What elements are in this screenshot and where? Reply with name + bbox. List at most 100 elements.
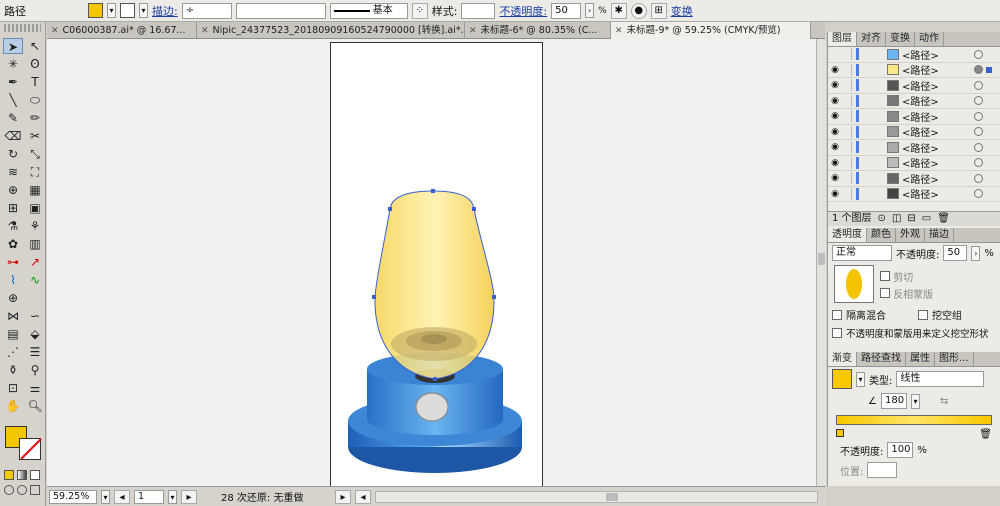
- tab-pathfinder[interactable]: 路径查找: [857, 352, 906, 366]
- layer-name[interactable]: <路径>: [902, 93, 962, 108]
- visibility-eye-icon[interactable]: ◉: [828, 158, 842, 168]
- prev-artboard-icon[interactable]: ◂: [114, 489, 130, 504]
- target-circle-icon[interactable]: [974, 142, 983, 152]
- zoom-tool-icon[interactable]: 🔍︎: [25, 398, 45, 414]
- gradient-type-select[interactable]: 线性: [896, 371, 985, 387]
- layer-name[interactable]: <路径>: [902, 124, 962, 139]
- stroke-color-box[interactable]: [19, 438, 41, 460]
- artboard-number-field[interactable]: 1: [134, 489, 164, 504]
- fill-stroke-widget[interactable]: [3, 424, 43, 464]
- opacity-arrow[interactable]: ›: [585, 3, 595, 18]
- canvas-area[interactable]: [47, 39, 816, 486]
- fill-dropdown[interactable]: ▾: [107, 3, 116, 18]
- close-tab-icon[interactable]: ✕: [615, 23, 623, 39]
- symbol-sprayer-tool-icon[interactable]: ✿: [3, 236, 23, 252]
- vertical-scroll-thumb[interactable]: [818, 253, 825, 265]
- selection-square-icon[interactable]: [986, 66, 992, 73]
- close-tab-icon[interactable]: ✕: [469, 23, 477, 39]
- define-knockout-checkbox[interactable]: [832, 328, 842, 338]
- visibility-eye-icon[interactable]: ◉: [828, 111, 842, 121]
- reshape-tool-icon[interactable]: ∽: [25, 308, 45, 324]
- type-tool-icon[interactable]: T: [25, 74, 45, 90]
- shape-builder-tool-icon[interactable]: ⊕: [3, 182, 23, 198]
- lasso-tool-icon[interactable]: ʘ: [25, 56, 45, 72]
- vertical-scrollbar[interactable]: [816, 39, 826, 486]
- layer-name[interactable]: <路径>: [902, 78, 962, 93]
- tab-actions[interactable]: 动作: [915, 32, 944, 46]
- lamp-artwork[interactable]: [47, 39, 816, 486]
- zoom-dropdown[interactable]: ▾: [101, 489, 110, 504]
- warp-tool-icon[interactable]: ≋: [3, 164, 23, 180]
- gradient-mode-icon[interactable]: [17, 470, 27, 480]
- gradient-opacity-input[interactable]: 100: [887, 442, 914, 458]
- zoom-field[interactable]: 59.25%: [49, 489, 97, 504]
- knife-tool-icon[interactable]: ∿: [25, 272, 45, 288]
- tab-transparency[interactable]: 透明度: [828, 228, 867, 242]
- target-circle-icon[interactable]: [974, 65, 983, 75]
- layer-row[interactable]: ◉ <路径>: [828, 186, 1000, 202]
- layer-row[interactable]: ◉ <路径>: [828, 156, 1000, 171]
- visibility-eye-icon[interactable]: ◉: [828, 173, 842, 183]
- opacity-label-link[interactable]: 不透明度:: [499, 3, 547, 19]
- stroke-swatch[interactable]: [120, 3, 135, 18]
- layer-name[interactable]: <路径>: [902, 140, 962, 155]
- visibility-eye-icon[interactable]: ◉: [828, 65, 842, 75]
- doc-tab-active[interactable]: ✕ 未标题-9* @ 59.25% (CMYK/预览): [611, 22, 811, 39]
- mesh-grid-tool-icon[interactable]: ▤: [3, 326, 23, 342]
- scale-tool-icon[interactable]: ⤡: [25, 146, 45, 162]
- visibility-eye-icon[interactable]: ◉: [828, 127, 842, 137]
- layer-name[interactable]: <路径>: [902, 186, 962, 201]
- target-circle-icon[interactable]: [974, 49, 983, 59]
- lock-toggle[interactable]: [842, 48, 852, 61]
- layer-name[interactable]: <路径>: [902, 109, 962, 124]
- blend-mode-select[interactable]: 正常: [832, 245, 892, 261]
- horizontal-scroll-thumb[interactable]: [606, 492, 618, 501]
- target-circle-icon[interactable]: [974, 173, 983, 183]
- graph-tool-icon[interactable]: ⋰: [3, 344, 23, 360]
- lock-toggle[interactable]: [842, 94, 852, 107]
- globe-icon[interactable]: ●: [630, 2, 647, 19]
- locate-object-icon[interactable]: ⊙: [878, 212, 886, 226]
- layer-row[interactable]: <路径>: [828, 47, 1000, 63]
- layer-row[interactable]: ◉ <路径>: [828, 124, 1000, 140]
- layer-row[interactable]: ◉ <路径>: [828, 78, 1000, 94]
- stroke-weight-field[interactable]: ÷: [181, 2, 232, 19]
- horizontal-scrollbar[interactable]: [375, 490, 818, 503]
- bar-graph-tool-icon[interactable]: ☰: [25, 344, 45, 360]
- stroke-dropdown[interactable]: ▾: [139, 3, 148, 18]
- delete-stop-icon[interactable]: 🗑︎: [979, 429, 992, 440]
- gradient-swatch-dropdown[interactable]: ▾: [856, 371, 865, 387]
- invert-mask-option[interactable]: 反相蒙版: [880, 286, 933, 301]
- hand-tool-icon[interactable]: ✋: [3, 398, 23, 414]
- target-circle-icon[interactable]: [974, 127, 983, 137]
- gradient-angle-dropdown[interactable]: ▾: [910, 393, 920, 409]
- graphic-style-field[interactable]: [461, 2, 496, 19]
- variable-width-field[interactable]: [235, 2, 326, 19]
- fill-swatch[interactable]: [88, 3, 103, 18]
- lock-toggle[interactable]: [842, 172, 852, 185]
- aspect-ratio-icon[interactable]: ⇆: [940, 396, 948, 407]
- live-paint-select-tool-icon[interactable]: ⚲: [25, 362, 45, 378]
- make-clipping-mask-icon[interactable]: ◫: [892, 212, 901, 226]
- target-circle-icon[interactable]: [974, 80, 983, 90]
- artboard-dropdown[interactable]: ▾: [168, 489, 177, 504]
- gradient-stop-start[interactable]: [836, 429, 844, 437]
- status-menu-icon[interactable]: ▸: [335, 489, 351, 504]
- tab-gradient[interactable]: 渐变: [828, 352, 857, 366]
- perspective-grid-tool-icon[interactable]: ▦: [25, 182, 45, 198]
- object-thumbnail[interactable]: [834, 265, 874, 303]
- lock-toggle[interactable]: [842, 141, 852, 154]
- scissors-tool-icon[interactable]: ✂: [25, 128, 45, 144]
- tab-attributes[interactable]: 属性: [906, 352, 935, 366]
- align-stroke-icon[interactable]: ⁘: [411, 2, 428, 19]
- clip-checkbox[interactable]: [880, 271, 890, 281]
- lock-toggle[interactable]: [842, 79, 852, 92]
- target-circle-icon[interactable]: [974, 158, 983, 168]
- mesh-tool-icon[interactable]: ⊞: [3, 200, 23, 216]
- tab-color[interactable]: 颜色: [867, 228, 896, 242]
- globe-tool-icon[interactable]: ⊕: [3, 290, 23, 306]
- delete-layer-icon[interactable]: 🗑︎: [937, 212, 950, 226]
- none-mode-icon[interactable]: [30, 470, 40, 480]
- color-mode-icon[interactable]: [4, 470, 14, 480]
- target-circle-icon[interactable]: [974, 111, 983, 121]
